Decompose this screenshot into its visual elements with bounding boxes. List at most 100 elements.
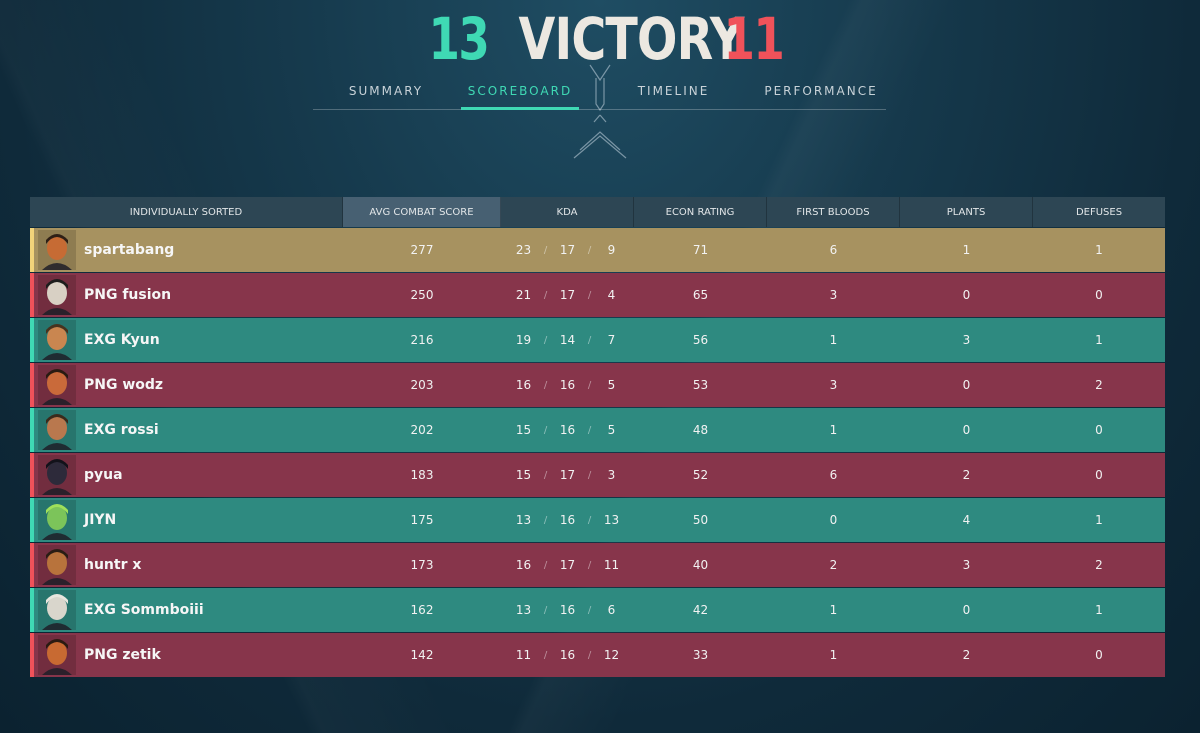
kda-separator: /: [587, 469, 592, 481]
column-first-bloods[interactable]: FIRST BLOODS: [767, 197, 900, 227]
deaths-value: 17: [559, 468, 576, 482]
player-cell: EXG Kyun: [30, 318, 343, 362]
first-bloods: 1: [829, 648, 838, 662]
column-econ-rating[interactable]: ECON RATING: [634, 197, 767, 227]
tab-summary[interactable]: SUMMARY: [331, 84, 441, 110]
avg-combat-score: 202: [410, 423, 434, 437]
team-color-stripe: [30, 543, 34, 587]
table-row[interactable]: PNG fusion 250 21 / 17 / 4 65 3 0 0: [30, 273, 1165, 317]
assists-value: 6: [607, 603, 616, 617]
econ-rating: 52: [692, 468, 709, 482]
player-cell: EXG Sommboiii: [30, 588, 343, 632]
kda-separator: /: [587, 604, 592, 616]
agent-portrait-icon: [38, 410, 76, 450]
assists-value: 12: [603, 648, 620, 662]
kda-separator: /: [587, 289, 592, 301]
first-bloods: 6: [829, 243, 838, 257]
table-row[interactable]: EXG rossi 202 15 / 16 / 5 48 1 0 0: [30, 408, 1165, 452]
column-kda[interactable]: KDA: [501, 197, 634, 227]
assists-value: 4: [607, 288, 616, 302]
deaths-value: 17: [559, 243, 576, 257]
plants: 2: [962, 468, 971, 482]
player-cell: PNG fusion: [30, 273, 343, 317]
econ-rating: 50: [692, 513, 709, 527]
column-defuses[interactable]: DEFUSES: [1033, 197, 1165, 227]
assists-value: 5: [607, 378, 616, 392]
agent-portrait-icon: [38, 590, 76, 630]
table-row[interactable]: JIYN 175 13 / 16 / 13 50 0 4 1: [30, 498, 1165, 542]
team-color-stripe: [30, 318, 34, 362]
assists-value: 11: [603, 558, 620, 572]
assists-value: 7: [607, 333, 616, 347]
player-name: PNG fusion: [84, 287, 172, 303]
player-cell: JIYN: [30, 498, 343, 542]
first-bloods: 3: [829, 288, 838, 302]
kda-separator: /: [543, 424, 548, 436]
ally-score: 13: [428, 5, 489, 73]
column-plants[interactable]: PLANTS: [900, 197, 1033, 227]
table-row[interactable]: PNG zetik 142 11 / 16 / 12 33 1 2 0: [30, 633, 1165, 677]
player-name: JIYN: [84, 512, 117, 528]
table-row[interactable]: PNG wodz 203 16 / 16 / 5 53 3 0 2: [30, 363, 1165, 407]
first-bloods: 1: [829, 333, 838, 347]
kda-cell: 13 / 16 / 6: [501, 588, 634, 632]
player-name: EXG Sommboiii: [84, 602, 204, 618]
player-name: huntr x: [84, 557, 142, 573]
econ-rating: 33: [692, 648, 709, 662]
avg-combat-score: 203: [410, 378, 434, 392]
tab-bar: SUMMARY SCOREBOARD TIMELINE PERFORMANCE: [313, 84, 886, 110]
kda-cell: 19 / 14 / 7: [501, 318, 634, 362]
deaths-value: 16: [559, 513, 576, 527]
defuses: 0: [1095, 468, 1103, 482]
kda-cell: 16 / 17 / 11: [501, 543, 634, 587]
player-cell: pyua: [30, 453, 343, 497]
team-color-stripe: [30, 273, 34, 317]
table-row[interactable]: EXG Sommboiii 162 13 / 16 / 6 42 1 0 1: [30, 588, 1165, 632]
kda-cell: 23 / 17 / 9: [501, 228, 634, 272]
first-bloods: 2: [829, 558, 838, 572]
econ-rating: 56: [692, 333, 709, 347]
column-avg-combat-score[interactable]: AVG COMBAT SCORE: [343, 197, 501, 227]
plants: 3: [962, 558, 971, 572]
tab-timeline[interactable]: TIMELINE: [621, 84, 726, 110]
first-bloods: 0: [829, 513, 838, 527]
kills-value: 23: [515, 243, 532, 257]
agent-portrait-icon: [38, 500, 76, 540]
deaths-value: 17: [559, 288, 576, 302]
plants: 0: [962, 288, 971, 302]
kda-separator: /: [587, 559, 592, 571]
table-row[interactable]: EXG Kyun 216 19 / 14 / 7 56 1 3 1: [30, 318, 1165, 362]
tab-scoreboard[interactable]: SCOREBOARD: [461, 84, 579, 110]
avg-combat-score: 216: [410, 333, 434, 347]
agent-portrait-icon: [38, 365, 76, 405]
table-row[interactable]: pyua 183 15 / 17 / 3 52 6 2 0: [30, 453, 1165, 497]
table-row[interactable]: huntr x 173 16 / 17 / 11 40 2 3 2: [30, 543, 1165, 587]
first-bloods: 3: [829, 378, 838, 392]
kills-value: 21: [515, 288, 532, 302]
column-individually-sorted[interactable]: INDIVIDUALLY SORTED: [30, 197, 343, 227]
kda-separator: /: [543, 469, 548, 481]
econ-rating: 65: [692, 288, 709, 302]
kills-value: 19: [515, 333, 532, 347]
kills-value: 11: [515, 648, 532, 662]
plants: 3: [962, 333, 971, 347]
avg-combat-score: 175: [410, 513, 434, 527]
plants: 0: [962, 378, 971, 392]
table-row[interactable]: spartabang 277 23 / 17 / 9 71 6 1 1: [30, 228, 1165, 272]
econ-rating: 53: [692, 378, 709, 392]
kda-separator: /: [587, 334, 592, 346]
tab-performance[interactable]: PERFORMANCE: [757, 84, 885, 110]
defuses: 0: [1095, 423, 1103, 437]
avg-combat-score: 173: [410, 558, 434, 572]
econ-rating: 71: [692, 243, 709, 257]
player-name: PNG wodz: [84, 377, 164, 393]
kda-separator: /: [543, 334, 548, 346]
kda-separator: /: [587, 649, 592, 661]
avg-combat-score: 142: [410, 648, 434, 662]
team-color-stripe: [30, 453, 34, 497]
agent-portrait-icon: [38, 275, 76, 315]
assists-value: 5: [607, 423, 616, 437]
econ-rating: 40: [692, 558, 709, 572]
kda-separator: /: [587, 424, 592, 436]
plants: 4: [962, 513, 971, 527]
